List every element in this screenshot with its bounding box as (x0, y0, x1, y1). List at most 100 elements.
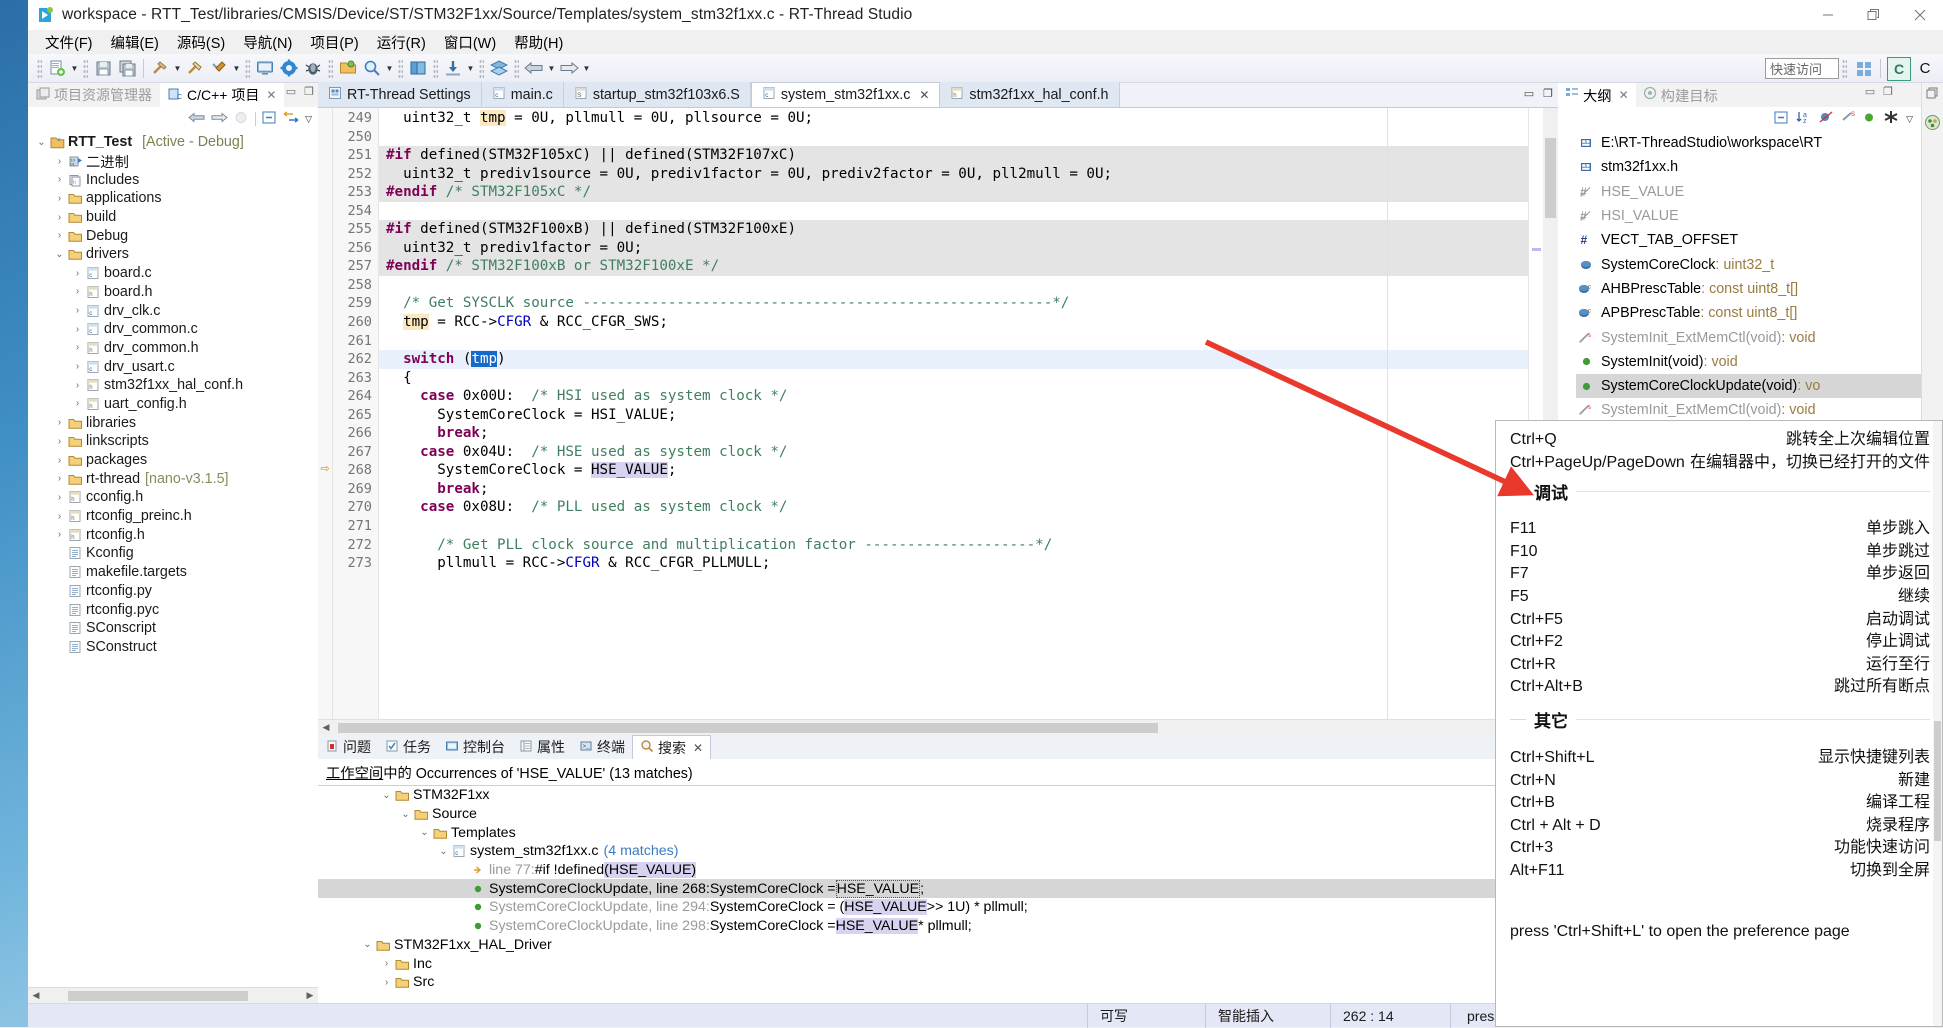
code-line[interactable]: switch (tmp) (379, 350, 1528, 369)
code-line[interactable]: break; (379, 424, 1528, 443)
search-result-row[interactable]: SystemCoreClockUpdate, line 268: SystemC… (318, 879, 1558, 899)
scroll-thumb[interactable] (1545, 138, 1556, 218)
outline-item[interactable]: s SystemInit_ExtMemCtl(void) : void (1576, 398, 1921, 422)
chevron-down-icon[interactable]: ⌄ (34, 137, 49, 148)
search-result-row[interactable]: ⌄ Templates (318, 823, 1558, 842)
search-result-row[interactable]: line 77: #if !defined (HSE_VALUE) (318, 861, 1558, 880)
marker-slot[interactable] (318, 293, 332, 312)
minimize-button[interactable] (1805, 0, 1851, 30)
marker-slot[interactable] (318, 256, 332, 275)
back-arrow-icon[interactable] (188, 111, 205, 128)
chevron-down-icon[interactable]: ⌄ (417, 827, 432, 838)
code-line[interactable]: tmp = RCC->CFGR & RCC_CFGR_SWS; (379, 313, 1528, 332)
code-line[interactable] (379, 276, 1528, 295)
forward-arrow-icon[interactable] (558, 57, 580, 79)
bottom-tab-控制台[interactable]: 控制台 (438, 735, 512, 759)
tree-item-applications[interactable]: › applications (28, 189, 318, 208)
hide-nonpublic-icon[interactable] (1863, 111, 1876, 128)
tree-item-includes[interactable]: › h Includes (28, 170, 318, 189)
code-line[interactable]: uint32_t prediv1factor = 0U; (379, 238, 1528, 258)
marker-slot[interactable] (318, 442, 332, 461)
tree-item-kconfig[interactable]: Kconfig (28, 544, 318, 563)
tree-item-drv_clk.c[interactable]: › c drv_clk.c (28, 301, 318, 320)
bottom-tab-任务[interactable]: 任务 (378, 735, 438, 759)
layers-icon[interactable] (488, 57, 510, 79)
hide-fields-icon[interactable] (1819, 110, 1834, 128)
tree-item-board.c[interactable]: › c board.c (28, 264, 318, 283)
marker-slot[interactable] (318, 201, 332, 220)
outline-item[interactable]: SystemCoreClockUpdate(void) : vo (1576, 373, 1921, 399)
tree-item-build[interactable]: › build (28, 208, 318, 227)
project-tree[interactable]: ⌄ c RTT_Test [Active - Debug] › 10 01 二进制 › h Incl… (28, 131, 318, 987)
open-perspective-icon[interactable] (1852, 57, 1876, 81)
code-line[interactable]: case 0x04U: /* HSE used as system clock … (379, 443, 1528, 462)
code-line[interactable] (379, 128, 1528, 147)
build-config-dropdown-icon[interactable]: ▼ (231, 57, 242, 79)
chevron-right-icon[interactable]: › (379, 958, 394, 969)
chevron-right-icon[interactable]: › (52, 230, 67, 241)
save-icon[interactable] (92, 57, 114, 79)
build-hammer-icon[interactable] (149, 57, 171, 79)
chevron-down-icon[interactable]: ⌄ (379, 790, 394, 801)
tree-item-[interactable]: › 10 01 二进制 (28, 152, 318, 171)
tree-item-makefile.targets[interactable]: makefile.targets (28, 563, 318, 582)
code-line[interactable]: SystemCoreClock = HSI_VALUE; (379, 406, 1528, 425)
code-line[interactable]: /* Get PLL clock source and multiplicati… (379, 536, 1528, 555)
chevron-right-icon[interactable]: › (70, 380, 85, 391)
build-config-icon[interactable] (208, 57, 230, 79)
tree-item-board.h[interactable]: › h board.h (28, 283, 318, 302)
bottom-tab-搜索[interactable]: 搜索 ✕ (632, 735, 712, 759)
chevron-right-icon[interactable]: › (70, 324, 85, 335)
tree-item-cconfig.h[interactable]: › h cconfig.h (28, 488, 318, 507)
code-editor[interactable]: ⇨ 249 250 251 252 253 254 255 256 257 258 259 260 26… (318, 108, 1558, 719)
editor-tab-stm32f1xx_hal_conf.h[interactable]: h stm32f1xx_hal_conf.h (940, 82, 1120, 107)
outline-item[interactable]: # HSE_VALUE (1576, 180, 1921, 204)
bottom-tab-终端[interactable]: >_ 终端 (572, 735, 632, 759)
popup-vscrollbar[interactable] (1933, 421, 1942, 1026)
code-line[interactable] (379, 332, 1528, 351)
chevron-right-icon[interactable]: › (52, 492, 67, 503)
search-icon[interactable] (361, 57, 383, 79)
open-resource-icon[interactable] (337, 57, 359, 79)
outline-item[interactable]: # VECT_TAB_OFFSET (1576, 228, 1921, 252)
tree-item-uart_config.h[interactable]: › h uart_config.h (28, 395, 318, 414)
marker-slot[interactable] (318, 535, 332, 554)
search-result-row[interactable]: ⌄ c system_stm32f1xx.c (4 matches) (318, 842, 1558, 861)
scroll-thumb[interactable] (1934, 721, 1941, 841)
project-tree-hscrollbar[interactable]: ◀ ▶ (28, 987, 318, 1003)
back-dropdown-icon[interactable]: ▼ (546, 57, 557, 79)
tab-outline[interactable]: 大纲 ✕ (1558, 83, 1636, 107)
outline-item[interactable]: SystemCoreClock : uint32_t (1576, 252, 1921, 276)
code-line[interactable]: case 0x00U: /* HSI used as system clock … (379, 387, 1528, 406)
tree-item-sconscript[interactable]: SConscript (28, 619, 318, 638)
tab-project-explorer[interactable]: 项目资源管理器 (28, 83, 160, 107)
search-result-row[interactable]: SystemCoreClockUpdate, line 298: SystemC… (318, 917, 1558, 936)
maximize-view-icon[interactable]: ❐ (1883, 85, 1893, 98)
chevron-right-icon[interactable]: › (70, 398, 85, 409)
search-results-tree[interactable]: ⌄ STM32F1xx ⌄ Source ⌄ Templates ⌄ c system_stm3… (318, 786, 1558, 992)
marker-slot[interactable] (318, 127, 332, 146)
editor-tab-main.c[interactable]: c main.c (481, 82, 564, 107)
tree-item-stm32f1xx_hal_conf.h[interactable]: › h stm32f1xx_hal_conf.h (28, 376, 318, 395)
menu-edit[interactable]: 编辑(E) (102, 30, 168, 55)
chevron-right-icon[interactable]: › (70, 361, 85, 372)
chevron-right-icon[interactable]: › (52, 174, 67, 185)
bottom-tab-属性[interactable]: 属性 (512, 735, 572, 759)
outline-item[interactable]: E:\RT-ThreadStudio\workspace\RT (1576, 131, 1921, 155)
tree-item-drv_usart.c[interactable]: › c drv_usart.c (28, 357, 318, 376)
chevron-right-icon[interactable]: › (70, 286, 85, 297)
chevron-right-icon[interactable]: › (379, 977, 394, 988)
search-dropdown-icon[interactable]: ▼ (384, 57, 395, 79)
menu-source[interactable]: 源码(S) (168, 30, 234, 55)
editor-hscrollbar[interactable]: ◀ ▶ (318, 719, 1558, 735)
forward-dropdown-icon[interactable]: ▼ (581, 57, 592, 79)
shortcut-list-popup[interactable]: Ctrl+Q 跳转全上次编辑位置 Ctrl+PageUp/PageDown 在编辑器中… (1495, 420, 1943, 1027)
sort-az-icon[interactable]: az (1796, 110, 1812, 128)
tree-item-drivers[interactable]: ⌄ drivers (28, 245, 318, 264)
view-menu-icon[interactable]: ▽ (305, 114, 312, 125)
minimize-view-icon[interactable]: ▭ (1865, 85, 1875, 98)
minimize-editor-icon[interactable]: ▭ (1524, 87, 1534, 100)
marker-slot[interactable] (318, 368, 332, 387)
new-file-icon[interactable] (46, 57, 68, 79)
chevron-right-icon[interactable]: › (70, 268, 85, 279)
